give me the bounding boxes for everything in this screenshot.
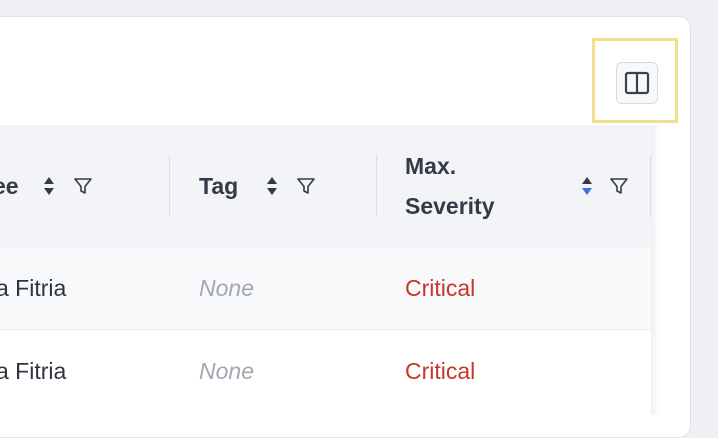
column-header-label: ee [0, 172, 19, 199]
severity-cell: Critical [405, 274, 476, 301]
scroll-shadow [651, 125, 661, 415]
column-header-assignee[interactable]: ee [0, 125, 19, 247]
tag-cell: None [199, 357, 254, 384]
severity-cell: Critical [405, 357, 476, 384]
sort-icon[interactable] [39, 173, 59, 199]
sort-icon-active[interactable] [577, 173, 597, 199]
column-header-label: Tag [199, 172, 239, 199]
column-toggle-button[interactable] [616, 62, 658, 104]
tag-cell: None [199, 274, 254, 301]
table-header: ee Tag [0, 125, 651, 247]
table-row[interactable]: a Fitria None Critical [0, 247, 651, 329]
column-header-max-severity[interactable]: Max. Severity [405, 125, 495, 247]
columns-icon [624, 71, 650, 95]
filter-icon[interactable] [72, 174, 94, 198]
filter-icon[interactable] [295, 174, 317, 198]
column-separator [376, 155, 377, 217]
column-header-tag[interactable]: Tag [199, 125, 238, 247]
column-header-label-line2: Severity [405, 193, 495, 219]
data-table: ee Tag [0, 125, 651, 415]
assignee-cell: a Fitria [0, 274, 67, 301]
column-separator [169, 155, 170, 217]
assignee-cell: a Fitria [0, 357, 67, 384]
table-row[interactable]: a Fitria None Critical [0, 329, 651, 412]
filter-icon[interactable] [608, 174, 630, 198]
sort-icon[interactable] [262, 173, 282, 199]
column-header-label-line1: Max. [405, 153, 457, 179]
